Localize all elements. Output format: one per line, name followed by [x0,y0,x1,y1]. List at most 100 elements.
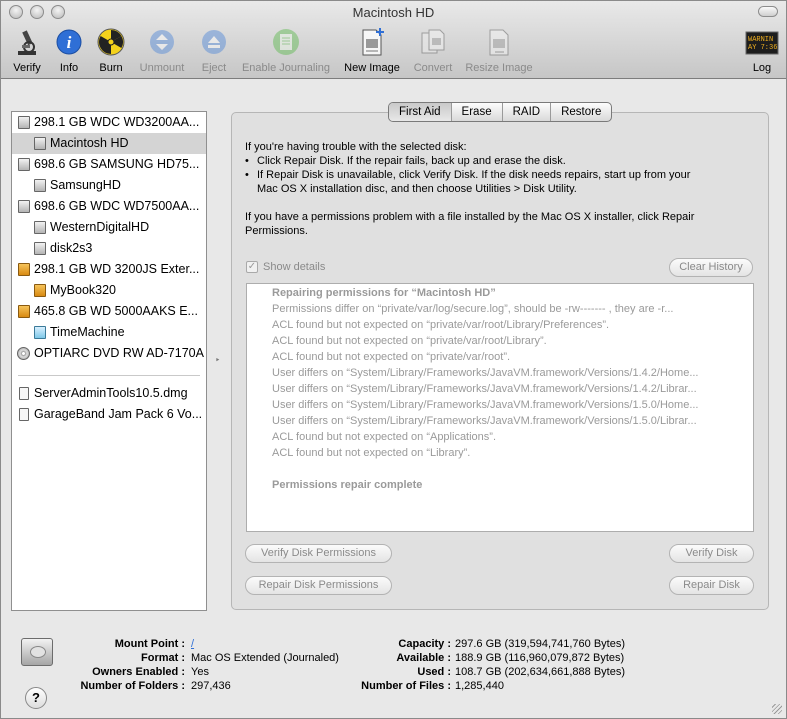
info-toolbar-button[interactable]: i Info [53,27,85,77]
log-line: ACL found but not expected on “private/v… [272,335,547,347]
verify-label: Verify [13,62,41,74]
bullet-marker: • [245,169,249,181]
repair-disk-permissions-button[interactable]: Repair Disk Permissions [245,576,392,595]
unmount-label: Unmount [139,62,185,74]
permissions-text-a: If you have a permissions problem with a… [245,211,695,223]
tab-bar: First Aid Erase RAID Restore [388,102,613,122]
convert-toolbar-button[interactable]: Convert [409,27,457,77]
show-details-label: Show details [263,261,326,273]
tab-first-aid[interactable]: First Aid [389,103,451,121]
format-label: Format : [141,652,185,664]
sidebar-item-westerndigitalhd[interactable]: WesternDigitalHD [12,217,206,238]
burn-toolbar-button[interactable]: Burn [93,27,129,77]
repair-disk-button[interactable]: Repair Disk [669,576,754,595]
log-line: ACL found but not expected on “private/v… [272,319,610,331]
first-aid-bullet-2b: Mac OS X installation disc, and then cho… [257,183,577,195]
resize-image-toolbar-button[interactable]: Resize Image [461,27,537,77]
convert-label: Convert [413,62,453,74]
sidebar-item-disk-wd-5000aaks[interactable]: 465.8 GB WD 5000AAKS E... [12,301,206,322]
first-aid-bullet-2a: If Repair Disk is unavailable, click Ver… [257,169,691,181]
verify-disk-permissions-button[interactable]: Verify Disk Permissions [245,544,392,563]
disk-image-icon [19,387,29,400]
sidebar-divider [18,375,200,376]
new-image-toolbar-button[interactable]: New Image [341,27,403,77]
log-line: ACL found but not expected on “Library”. [272,447,471,459]
capacity-value: 297.6 GB (319,594,741,760 Bytes) [455,638,626,650]
enable-journaling-toolbar-button[interactable]: Enable Journaling [237,27,335,77]
sidebar-item-mybook320[interactable]: MyBook320 [12,280,206,301]
sidebar-item-dvd-drive[interactable]: OPTIARC DVD RW AD-7170A [12,343,206,364]
used-label: Used : [417,666,451,678]
window-title: Macintosh HD [352,5,435,20]
info-label: Info [59,62,79,74]
eject-toolbar-button[interactable]: Eject [197,27,231,77]
new-image-icon [357,27,387,57]
repair-log[interactable]: Repairing permissions for “Macintosh HD”… [246,283,754,532]
external-disk-icon [18,305,30,318]
sidebar-item-timemachine[interactable]: TimeMachine [12,322,206,343]
burn-label: Burn [99,62,123,74]
split-view-handle[interactable]: ‣ [215,355,220,366]
tab-restore[interactable]: Restore [550,103,611,121]
volume-icon [34,221,46,234]
files-label: Number of Files : [361,680,451,692]
selected-disk-icon [21,638,53,666]
sidebar-item-disk-samsung[interactable]: 698.6 GB SAMSUNG HD75... [12,154,206,175]
info-icon: i [54,27,84,57]
resize-image-icon [484,27,514,57]
console-log-icon: WARNIN AY 7:36 [745,27,779,57]
tab-erase[interactable]: Erase [450,103,502,121]
sidebar-item-disk-wdc-3200[interactable]: 298.1 GB WDC WD3200AA... [12,112,206,133]
journal-icon [271,27,301,57]
sidebar-item-samsunghd[interactable]: SamsungHD [12,175,206,196]
external-volume-icon [34,284,46,297]
mount-point-link[interactable]: / [191,637,194,651]
sidebar-item-disk2s3[interactable]: disk2s3 [12,238,206,259]
convert-icon [418,27,448,57]
capacity-label: Capacity : [398,638,451,650]
verify-disk-button[interactable]: Verify Disk [669,544,754,563]
optical-drive-icon [17,347,30,360]
hard-disk-icon [18,200,30,213]
title-bar: Macintosh HD Verify i Info Burn Unmount [1,1,786,79]
owners-enabled-label: Owners Enabled : [92,666,185,678]
svg-text:i: i [67,33,72,52]
unmount-toolbar-button[interactable]: Unmount [135,27,189,77]
eject-label: Eject [201,62,227,74]
verify-toolbar-button[interactable]: Verify [5,27,49,77]
available-label: Available : [396,652,451,664]
microscope-icon [12,27,42,57]
device-list[interactable]: 298.1 GB WDC WD3200AA... Macintosh HD 69… [11,111,207,611]
eject-icon [199,27,229,57]
log-line: ACL found but not expected on “private/v… [272,351,511,363]
hard-disk-icon [18,158,30,171]
log-toolbar-button[interactable]: WARNIN AY 7:36 Log [743,27,781,77]
toolbar-toggle-button[interactable] [758,6,778,17]
first-aid-intro: If you're having trouble with the select… [245,141,467,153]
permissions-text-b: Permissions. [245,225,308,237]
sidebar-item-serveradmintools-dmg[interactable]: ServerAdminTools10.5.dmg [12,383,206,404]
log-line: Permissions differ on “private/var/log/s… [272,303,674,315]
tab-raid[interactable]: RAID [501,103,550,121]
enable-journaling-label: Enable Journaling [241,62,331,74]
unmount-icon [147,27,177,57]
log-line: ACL found but not expected on “Applicati… [272,431,497,443]
log-line: User differs on “System/Library/Framewor… [272,367,699,379]
files-value: 1,285,440 [455,680,504,692]
disk-image-icon [19,408,29,421]
resize-grip[interactable] [772,704,782,714]
new-image-label: New Image [344,62,400,74]
sidebar-item-garageband-jam-pack[interactable]: GarageBand Jam Pack 6 Vo... [12,404,206,425]
external-disk-icon [18,263,30,276]
sidebar-item-disk-wdc-7500[interactable]: 698.6 GB WDC WD7500AA... [12,196,206,217]
log-label: Log [752,62,772,74]
resize-image-label: Resize Image [465,62,533,74]
available-value: 188.9 GB (116,960,079,872 Bytes) [455,652,625,664]
log-line: User differs on “System/Library/Framewor… [272,383,697,395]
sidebar-item-macintosh-hd[interactable]: Macintosh HD [12,133,206,154]
sidebar-item-disk-wd-3200js[interactable]: 298.1 GB WD 3200JS Exter... [12,259,206,280]
show-details-checkbox[interactable]: ✓ [246,261,258,273]
clear-history-button[interactable]: Clear History [669,258,753,277]
bullet-marker: • [245,155,249,167]
used-value: 108.7 GB (202,634,661,888 Bytes) [455,666,626,678]
